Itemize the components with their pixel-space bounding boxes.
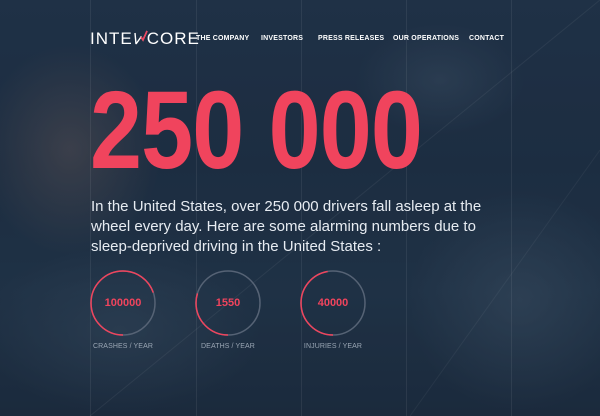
site-header: INTE CORE THE COMPANY INVESTORS PRESS REL… [0,0,600,78]
logo-text-b: CORE [146,29,200,48]
nav-the-company[interactable]: THE COMPANY [196,35,249,42]
logo-text-a: INTE [90,29,133,48]
stat-deaths: 1550 DEATHS / YEAR [183,269,273,350]
nav-investors[interactable]: INVESTORS [261,35,303,42]
stat-value-deaths: 1550 [215,297,241,309]
stat-injuries: 40000 INJURIES / YEAR [288,269,378,350]
stat-label-injuries: INJURIES / YEAR [303,343,363,350]
stat-value-injuries: 40000 [317,297,349,309]
site-logo[interactable]: INTE CORE [90,29,200,49]
nav-our-operations[interactable]: OUR OPERATIONS [393,35,459,42]
stat-crashes: 100000 CRASHES / YEAR [78,269,168,350]
headline-number: 250 000 [90,69,423,192]
intro-paragraph: In the United States, over 250 000 drive… [91,198,482,255]
logo-check-icon [134,29,148,45]
stat-label-deaths: DEATHS / YEAR [201,343,255,350]
nav-press-releases[interactable]: PRESS RELEASES [318,35,384,42]
stat-label-crashes: CRASHES / YEAR [92,343,153,350]
nav-contact[interactable]: CONTACT [469,35,504,42]
stat-value-crashes: 100000 [104,297,142,309]
